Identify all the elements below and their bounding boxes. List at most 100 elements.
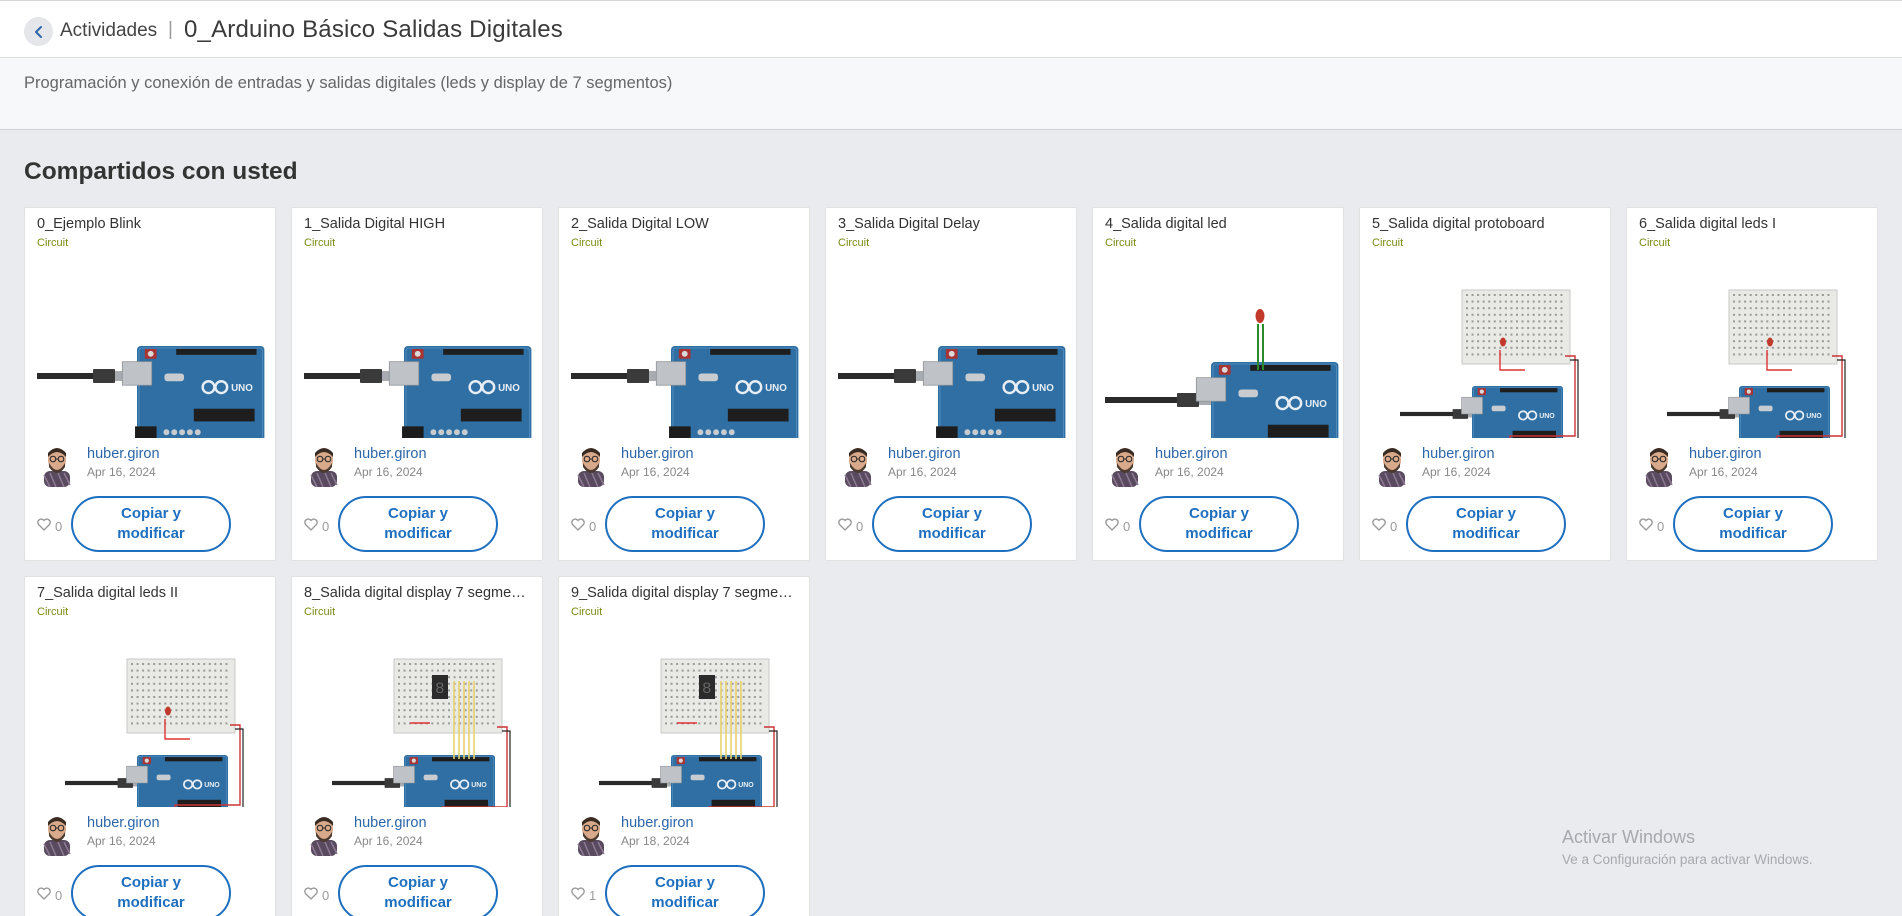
copy-and-modify-button[interactable]: Copiar y modificar (1406, 496, 1566, 552)
like-count: 0 (322, 518, 330, 534)
author-avatar[interactable] (40, 445, 74, 488)
heart-icon (1372, 518, 1386, 534)
project-card[interactable]: 9_Salida digital display 7 segmentos Cir… (558, 576, 810, 916)
card-type-label: Circuit (37, 606, 69, 618)
like-count: 0 (322, 887, 330, 903)
circuit-thumbnail[interactable]: UNO 8 (292, 627, 544, 829)
svg-text:UNO: UNO (204, 782, 220, 789)
card-title[interactable]: 4_Salida digital led (1105, 216, 1333, 232)
copy-and-modify-button[interactable]: Copiar y modificar (1673, 496, 1833, 552)
card-title[interactable]: 0_Ejemplo Blink (37, 216, 265, 232)
like-count: 0 (55, 887, 63, 903)
back-button[interactable] (24, 17, 53, 46)
copy-and-modify-button[interactable]: Copiar y modificar (1139, 496, 1299, 552)
heart-icon (37, 887, 51, 903)
copy-and-modify-button[interactable]: Copiar y modificar (605, 865, 765, 916)
author-link[interactable]: huber.giron (354, 446, 427, 462)
copy-and-modify-button[interactable]: Copiar y modificar (338, 865, 498, 916)
card-date: Apr 16, 2024 (87, 465, 156, 479)
author-avatar[interactable] (40, 814, 74, 857)
svg-text:8: 8 (702, 680, 712, 698)
like-button[interactable]: 0 (304, 518, 329, 534)
heart-icon (838, 518, 852, 534)
activity-description: Programación y conexión de entradas y sa… (24, 74, 673, 92)
project-card[interactable]: 4_Salida digital led Circuit UNO huber.g… (1092, 207, 1344, 561)
project-card[interactable]: 2_Salida Digital LOW Circuit UNO huber.g… (558, 207, 810, 561)
circuit-thumbnail[interactable]: UNO (559, 258, 811, 449)
like-button[interactable]: 0 (1105, 518, 1130, 534)
project-card[interactable]: 7_Salida digital leds II Circuit UNO hub… (24, 576, 276, 916)
circuit-thumbnail[interactable]: UNO (1360, 258, 1612, 460)
like-button[interactable]: 0 (1372, 518, 1397, 534)
project-card[interactable]: 0_Ejemplo Blink Circuit UNO huber.giron … (24, 207, 276, 561)
author-link[interactable]: huber.giron (87, 446, 160, 462)
author-link[interactable]: huber.giron (354, 815, 427, 831)
author-link[interactable]: huber.giron (1155, 446, 1228, 462)
card-title[interactable]: 1_Salida Digital HIGH (304, 216, 532, 232)
author-avatar[interactable] (841, 445, 875, 488)
circuit-thumbnail[interactable]: UNO (25, 627, 277, 829)
svg-text:UNO: UNO (1539, 413, 1555, 420)
card-title[interactable]: 2_Salida Digital LOW (571, 216, 799, 232)
card-date: Apr 16, 2024 (1689, 465, 1758, 479)
card-title[interactable]: 3_Salida Digital Delay (838, 216, 1066, 232)
circuit-thumbnail[interactable]: UNO (1093, 258, 1345, 465)
author-link[interactable]: huber.giron (1689, 446, 1762, 462)
card-type-label: Circuit (304, 606, 336, 618)
windows-activation-title: Activar Windows (1562, 827, 1696, 847)
description-panel: Programación y conexión de entradas y sa… (0, 58, 1902, 130)
author-link[interactable]: huber.giron (621, 446, 694, 462)
breadcrumb-activities[interactable]: Actividades (60, 20, 157, 42)
author-avatar[interactable] (307, 445, 341, 488)
project-card[interactable]: 5_Salida digital protoboard Circuit UNO … (1359, 207, 1611, 561)
copy-and-modify-button[interactable]: Copiar y modificar (71, 865, 231, 916)
card-date: Apr 16, 2024 (87, 834, 156, 848)
card-title[interactable]: 6_Salida digital leds I (1639, 216, 1867, 232)
circuit-thumbnail[interactable]: UNO (25, 258, 277, 449)
project-card[interactable]: 8_Salida digital display 7 segmentos Cir… (291, 576, 543, 916)
card-type-label: Circuit (838, 237, 870, 249)
author-link[interactable]: huber.giron (87, 815, 160, 831)
copy-and-modify-button[interactable]: Copiar y modificar (605, 496, 765, 552)
svg-text:UNO: UNO (1806, 413, 1822, 420)
project-card[interactable]: 3_Salida Digital Delay Circuit UNO huber… (825, 207, 1077, 561)
copy-and-modify-button[interactable]: Copiar y modificar (71, 496, 231, 552)
like-count: 0 (589, 518, 597, 534)
copy-and-modify-button[interactable]: Copiar y modificar (872, 496, 1032, 552)
circuit-thumbnail[interactable]: UNO 8 (559, 627, 811, 829)
svg-text:UNO: UNO (738, 782, 754, 789)
like-count: 1 (589, 887, 597, 903)
circuit-thumbnail[interactable]: UNO (826, 258, 1078, 449)
card-title[interactable]: 9_Salida digital display 7 segmentos (571, 585, 799, 601)
heart-icon (304, 887, 318, 903)
author-avatar[interactable] (574, 445, 608, 488)
copy-and-modify-button[interactable]: Copiar y modificar (338, 496, 498, 552)
author-avatar[interactable] (574, 814, 608, 857)
author-avatar[interactable] (1642, 445, 1676, 488)
like-count: 0 (856, 518, 864, 534)
svg-text:8: 8 (435, 680, 445, 698)
like-button[interactable]: 0 (37, 518, 62, 534)
card-date: Apr 16, 2024 (1155, 465, 1224, 479)
heart-icon (1105, 518, 1119, 534)
author-link[interactable]: huber.giron (1422, 446, 1495, 462)
author-avatar[interactable] (307, 814, 341, 857)
breadcrumb-separator: | (168, 19, 173, 40)
like-button[interactable]: 1 (571, 887, 596, 903)
circuit-thumbnail[interactable]: UNO (292, 258, 544, 449)
author-link[interactable]: huber.giron (888, 446, 961, 462)
card-title[interactable]: 7_Salida digital leds II (37, 585, 265, 601)
author-link[interactable]: huber.giron (621, 815, 694, 831)
like-button[interactable]: 0 (37, 887, 62, 903)
like-button[interactable]: 0 (838, 518, 863, 534)
author-avatar[interactable] (1108, 445, 1142, 488)
author-avatar[interactable] (1375, 445, 1409, 488)
card-title[interactable]: 8_Salida digital display 7 segmentos (304, 585, 532, 601)
project-card[interactable]: 6_Salida digital leds I Circuit UNO hube… (1626, 207, 1878, 561)
card-title[interactable]: 5_Salida digital protoboard (1372, 216, 1600, 232)
like-button[interactable]: 0 (1639, 518, 1664, 534)
like-button[interactable]: 0 (571, 518, 596, 534)
like-button[interactable]: 0 (304, 887, 329, 903)
project-card[interactable]: 1_Salida Digital HIGH Circuit UNO huber.… (291, 207, 543, 561)
circuit-thumbnail[interactable]: UNO (1627, 258, 1879, 460)
